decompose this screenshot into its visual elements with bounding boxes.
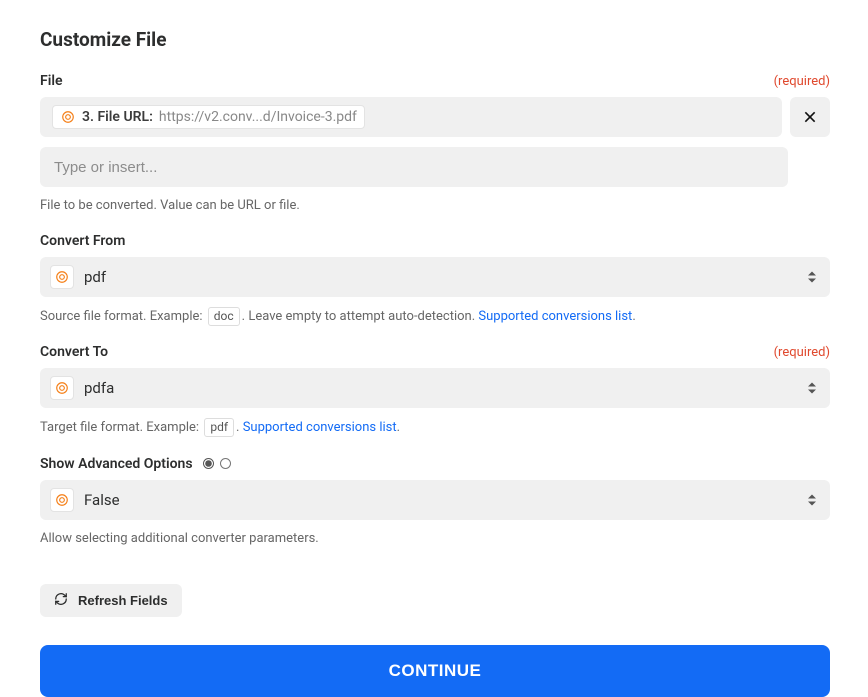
file-label: File xyxy=(40,73,63,89)
advanced-value: False xyxy=(84,491,120,509)
file-pill[interactable]: 3. File URL: https://v2.conv...d/Invoice… xyxy=(52,105,365,129)
convert-from-label: Convert From xyxy=(40,233,125,249)
required-tag: (required) xyxy=(774,345,830,360)
convert-to-value: pdfa xyxy=(84,379,114,397)
page-title: Customize File xyxy=(40,28,830,51)
convert-to-label: Convert To xyxy=(40,344,108,360)
file-pill-value: https://v2.conv...d/Invoice-3.pdf xyxy=(159,109,357,125)
convert-from-dropdown[interactable]: pdf xyxy=(40,257,830,297)
file-input[interactable] xyxy=(40,147,788,187)
example-code: doc xyxy=(208,307,240,326)
continue-button[interactable]: CONTINUE xyxy=(40,645,830,697)
remove-file-button[interactable] xyxy=(790,97,830,137)
refresh-label: Refresh Fields xyxy=(78,593,168,608)
supported-conversions-link[interactable]: Supported conversions list xyxy=(243,420,397,435)
advanced-radio-2[interactable] xyxy=(220,458,231,469)
refresh-fields-button[interactable]: Refresh Fields xyxy=(40,584,182,617)
source-icon xyxy=(60,109,76,125)
file-section: File (required) 3. File URL: https://v2.… xyxy=(40,73,830,215)
advanced-dropdown[interactable]: False xyxy=(40,480,830,520)
convert-from-value: pdf xyxy=(84,268,106,286)
advanced-label: Show Advanced Options xyxy=(40,456,193,472)
advanced-section: Show Advanced Options False Allow select… xyxy=(40,456,830,548)
source-icon xyxy=(50,376,74,400)
file-help: File to be converted. Value can be URL o… xyxy=(40,197,830,215)
advanced-help: Allow selecting additional converter par… xyxy=(40,530,830,548)
convert-from-help: Source file format. Example: doc. Leave … xyxy=(40,307,830,326)
file-pill-prefix: 3. File URL: xyxy=(82,109,153,125)
example-code: pdf xyxy=(204,418,234,437)
required-tag: (required) xyxy=(774,74,830,89)
advanced-radio-1[interactable] xyxy=(203,458,214,469)
refresh-icon xyxy=(54,592,68,609)
supported-conversions-link[interactable]: Supported conversions list xyxy=(478,309,632,324)
convert-to-dropdown[interactable]: pdfa xyxy=(40,368,830,408)
chevron-updown-icon xyxy=(808,272,816,283)
chevron-updown-icon xyxy=(808,494,816,505)
source-icon xyxy=(50,488,74,512)
file-value-box[interactable]: 3. File URL: https://v2.conv...d/Invoice… xyxy=(40,97,782,137)
chevron-updown-icon xyxy=(808,383,816,394)
source-icon xyxy=(50,265,74,289)
convert-to-help: Target file format. Example: pdf. Suppor… xyxy=(40,418,830,437)
convert-from-section: Convert From pdf Source file format. Exa… xyxy=(40,233,830,326)
convert-to-section: Convert To (required) pdfa Target file f… xyxy=(40,344,830,437)
